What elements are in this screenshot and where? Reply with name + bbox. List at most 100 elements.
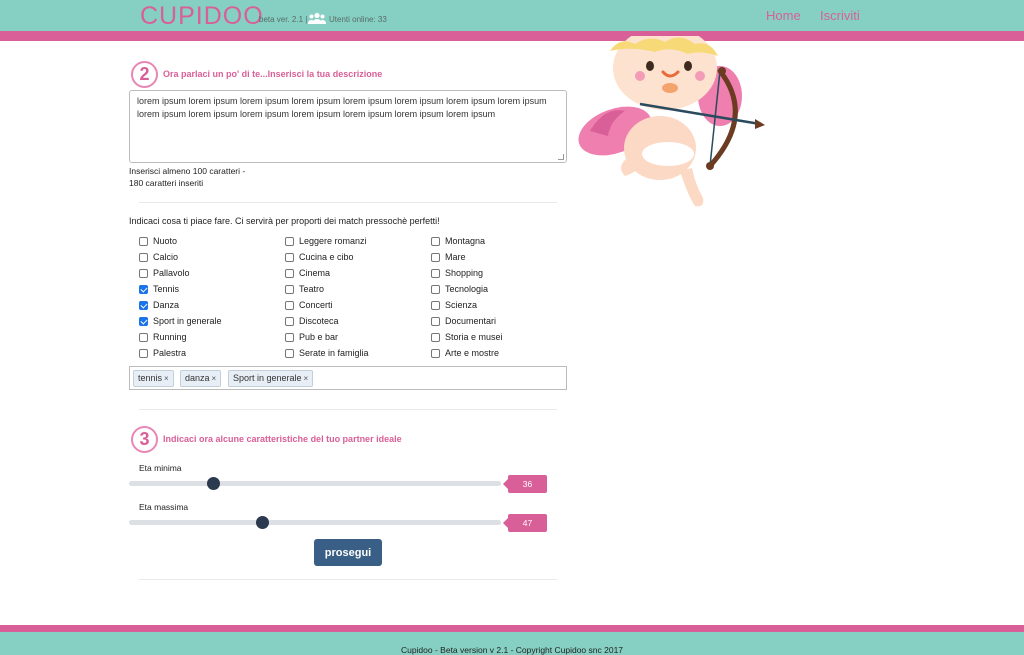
interest-checkbox[interactable]: Palestra	[139, 347, 186, 359]
interest-checkbox[interactable]: Leggere romanzi	[285, 235, 367, 247]
interest-checkbox[interactable]: Shopping	[431, 267, 483, 279]
footer-stripe	[0, 625, 1024, 632]
checkbox-unchecked[interactable]	[431, 252, 440, 262]
checkbox-unchecked[interactable]	[285, 332, 294, 342]
interest-label: Calcio	[153, 252, 179, 262]
min-age-slider[interactable]	[129, 481, 501, 486]
nav-home[interactable]: Home	[766, 8, 801, 23]
checkbox-unchecked[interactable]	[431, 236, 440, 246]
step-number-3: 3	[131, 426, 158, 453]
interest-checkbox[interactable]: Pallavolo	[139, 267, 190, 279]
interest-label: Leggere romanzi	[299, 236, 367, 246]
checkbox-checked[interactable]	[139, 316, 148, 326]
tag-label: danza	[185, 373, 210, 383]
interest-label: Discoteca	[299, 316, 339, 326]
interest-checkbox[interactable]: Nuoto	[139, 235, 177, 247]
min-age-label: Eta minima	[139, 463, 182, 473]
interest-checkbox[interactable]: Montagna	[431, 235, 485, 247]
interest-checkbox[interactable]: Scienza	[431, 299, 477, 311]
interest-checkbox[interactable]: Cucina e cibo	[285, 251, 354, 263]
interest-checkbox[interactable]: Sport in generale	[139, 315, 222, 327]
interest-checkbox[interactable]: Serate in famiglia	[285, 347, 369, 359]
max-age-slider[interactable]	[129, 520, 501, 525]
interest-label: Cinema	[299, 268, 331, 278]
resize-handle[interactable]	[558, 154, 564, 160]
submit-button[interactable]: prosegui	[314, 539, 382, 566]
tags-input[interactable]: tennis × danza × Sport in generale ×	[129, 366, 567, 390]
interests-intro: Indicaci cosa ti piace fare. Ci servirà …	[129, 216, 440, 226]
logo[interactable]: CUPIDOO	[140, 2, 264, 31]
interest-label: Tennis	[153, 284, 180, 294]
checkbox-unchecked[interactable]	[431, 332, 440, 342]
interest-tag: Sport in generale ×	[228, 370, 314, 387]
interest-checkbox[interactable]: Arte e mostre	[431, 347, 499, 359]
step-number-2: 2	[131, 61, 158, 88]
checkbox-unchecked[interactable]	[139, 268, 148, 278]
checkbox-unchecked[interactable]	[139, 348, 148, 358]
interest-label: Shopping	[445, 268, 484, 278]
interest-label: Concerti	[299, 300, 333, 310]
checkbox-unchecked[interactable]	[285, 316, 294, 326]
checkbox-unchecked[interactable]	[285, 300, 294, 310]
checkbox-unchecked[interactable]	[139, 252, 148, 262]
description-textarea[interactable]: lorem ipsum lorem ipsum lorem ipsum lore…	[129, 90, 567, 163]
max-age-slider-handle[interactable]	[256, 516, 269, 529]
interest-label: Serate in famiglia	[299, 348, 369, 358]
nav-iscriviti[interactable]: Iscriviti	[820, 8, 860, 23]
checkbox-unchecked[interactable]	[285, 252, 294, 262]
interest-checkbox[interactable]: Teatro	[285, 283, 324, 295]
checkbox-unchecked[interactable]	[431, 268, 440, 278]
checkbox-unchecked[interactable]	[431, 284, 440, 294]
interest-tag: danza ×	[180, 370, 222, 387]
interest-checkbox[interactable]: Concerti	[285, 299, 333, 311]
tag-remove-icon[interactable]: ×	[212, 374, 217, 383]
interest-checkbox[interactable]: Tecnologia	[431, 283, 488, 295]
interest-checkbox[interactable]: Danza	[139, 299, 179, 311]
checkbox-checked[interactable]	[139, 284, 148, 294]
interest-label: Running	[153, 332, 187, 342]
tag-label: tennis	[138, 373, 163, 383]
interest-label: Scienza	[445, 300, 478, 310]
max-age-label: Eta massima	[139, 502, 189, 512]
checkbox-unchecked[interactable]	[139, 236, 148, 246]
interest-checkbox[interactable]: Storia e musei	[431, 331, 503, 343]
top-bar-stripe	[0, 31, 1024, 41]
interest-label: Cucina e cibo	[299, 252, 354, 262]
cupid-illustration	[578, 36, 765, 207]
interest-label: Danza	[153, 300, 180, 310]
interest-checkbox[interactable]: Pub e bar	[285, 331, 338, 343]
interest-checkbox[interactable]: Cinema	[285, 267, 330, 279]
step3-title: Indicaci ora alcune caratteristiche del …	[163, 434, 402, 444]
checkbox-unchecked[interactable]	[431, 316, 440, 326]
interest-checkbox[interactable]: Running	[139, 331, 187, 343]
interest-checkbox[interactable]: Discoteca	[285, 315, 339, 327]
checkbox-unchecked[interactable]	[139, 332, 148, 342]
tag-label: Sport in generale	[233, 373, 302, 383]
step2-title: Ora parlaci un po' di te...Inserisci la …	[163, 69, 383, 79]
interest-checkbox[interactable]: Mare	[431, 251, 466, 263]
min-age-value: 36	[503, 475, 547, 493]
min-age-slider-handle[interactable]	[207, 477, 220, 490]
checkbox-unchecked[interactable]	[285, 284, 294, 294]
interest-checkbox[interactable]: Calcio	[139, 251, 178, 263]
checkbox-unchecked[interactable]	[285, 348, 294, 358]
interest-label: Storia e musei	[445, 332, 503, 342]
divider	[139, 202, 557, 203]
checkbox-unchecked[interactable]	[431, 348, 440, 358]
checkbox-unchecked[interactable]	[431, 300, 440, 310]
tag-remove-icon[interactable]: ×	[304, 374, 309, 383]
interest-label: Arte e mostre	[445, 348, 500, 358]
interest-label: Tecnologia	[445, 284, 489, 294]
checkbox-unchecked[interactable]	[285, 236, 294, 246]
interest-label: Mare	[445, 252, 466, 262]
beta-version: beta ver. 2.1 |	[259, 15, 308, 24]
tag-remove-icon[interactable]: ×	[164, 374, 169, 383]
interest-label: Montagna	[445, 236, 486, 246]
divider	[139, 409, 557, 410]
interest-label: Nuoto	[153, 236, 178, 246]
checkbox-checked[interactable]	[139, 300, 148, 310]
char-min-hint: Inserisci almeno 100 caratteri -	[129, 166, 246, 176]
interest-checkbox[interactable]: Documentari	[431, 315, 496, 327]
interest-checkbox[interactable]: Tennis	[139, 283, 179, 295]
checkbox-unchecked[interactable]	[285, 268, 294, 278]
